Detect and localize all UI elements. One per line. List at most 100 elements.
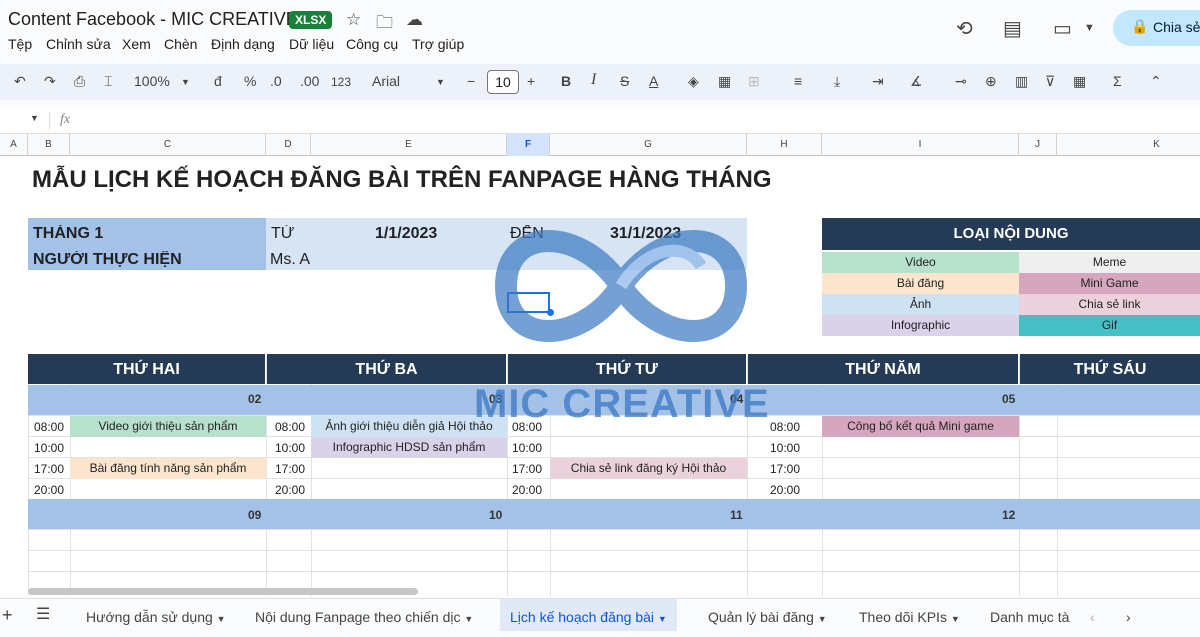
- text-rotation-icon[interactable]: ∡: [910, 73, 923, 90]
- number-format-button[interactable]: 123: [331, 75, 351, 89]
- time-wed-2000: 20:00: [512, 483, 543, 497]
- insert-comment-icon[interactable]: ⊕: [985, 73, 997, 90]
- schedule-item-mon-0800[interactable]: Video giới thiệu sản phẩm: [70, 416, 266, 437]
- schedule-item-wed-1700[interactable]: Chia sẻ link đăng ký Hội thảo: [550, 458, 747, 479]
- column-header-c[interactable]: C: [70, 134, 266, 156]
- schedule-item-thu-0800[interactable]: Công bố kết quả Mini game: [822, 416, 1019, 437]
- insert-chart-icon[interactable]: ▥: [1015, 73, 1028, 90]
- time-thu-1700: 17:00: [770, 462, 801, 476]
- time-tue-1000: 10:00: [275, 441, 306, 455]
- font-size-increase-button[interactable]: +: [527, 73, 535, 89]
- menu-insert[interactable]: Chèn: [164, 36, 197, 52]
- watermark-logo-icon: [494, 230, 748, 342]
- merge-cells-icon[interactable]: ⊞: [748, 73, 760, 90]
- move-folder-icon[interactable]: 🗀: [376, 10, 393, 39]
- menu-data[interactable]: Dữ liệu: [289, 36, 334, 52]
- borders-icon[interactable]: ▦: [718, 73, 731, 90]
- time-mon-2000: 20:00: [34, 483, 65, 497]
- tab-huong-dan[interactable]: Hướng dẫn sử dụng ▼: [76, 599, 236, 631]
- tabs-scroll-right-icon[interactable]: ›: [1126, 599, 1131, 631]
- tab-danh-muc[interactable]: Danh mục tà: [980, 599, 1076, 631]
- insert-link-icon[interactable]: ⊸: [955, 73, 967, 90]
- undo-icon[interactable]: ↶: [14, 73, 26, 90]
- decrease-decimal-button[interactable]: .0: [270, 73, 282, 89]
- schedule-item-tue-1000[interactable]: Infographic HDSD sản phẩm: [311, 437, 507, 458]
- functions-button[interactable]: Σ: [1113, 73, 1122, 89]
- tabs-scroll-left-icon[interactable]: ‹: [1090, 599, 1095, 631]
- column-header-a[interactable]: A: [0, 134, 28, 156]
- menu-edit[interactable]: Chỉnh sửa: [46, 36, 111, 52]
- text-color-button[interactable]: A: [649, 73, 658, 89]
- chevron-down-icon[interactable]: ▼: [1084, 22, 1095, 34]
- bold-button[interactable]: B: [561, 73, 571, 89]
- formula-input[interactable]: [90, 110, 1190, 132]
- increase-decimal-button[interactable]: .00: [300, 73, 319, 89]
- column-header-e[interactable]: E: [311, 134, 507, 156]
- menu-tools[interactable]: Công cụ: [346, 36, 398, 52]
- document-title[interactable]: Content Facebook - MIC CREATIVE: [8, 9, 298, 30]
- column-header-b[interactable]: B: [28, 134, 70, 156]
- add-sheet-icon[interactable]: +: [2, 599, 13, 631]
- tab-lich-ke-hoach[interactable]: Lịch kế hoạch đăng bài ▼: [500, 599, 677, 631]
- filter-icon[interactable]: ⊽: [1045, 73, 1055, 90]
- zoom-select[interactable]: 100%: [134, 73, 170, 89]
- italic-button[interactable]: I: [591, 71, 596, 89]
- menu-format[interactable]: Định dạng: [211, 36, 275, 52]
- day-header-tuesday: THỨ BA: [267, 354, 506, 384]
- column-header-k[interactable]: K: [1057, 134, 1200, 156]
- font-size-decrease-button[interactable]: −: [467, 73, 475, 89]
- cloud-status-icon[interactable]: ☁: [406, 10, 423, 30]
- date-09: 09: [248, 508, 262, 522]
- column-header-g[interactable]: G: [550, 134, 747, 156]
- column-header-f[interactable]: F: [507, 134, 550, 156]
- time-tue-1700: 17:00: [275, 462, 306, 476]
- column-header-d[interactable]: D: [266, 134, 311, 156]
- owner-label: NGƯỜI THỰC HIỆN: [33, 251, 182, 268]
- date-10: 10: [489, 508, 503, 522]
- menu-view[interactable]: Xem: [122, 36, 151, 52]
- time-tue-2000: 20:00: [275, 483, 306, 497]
- legend-share-link: Chia sẻ link: [1019, 294, 1200, 315]
- strikethrough-button[interactable]: S: [620, 73, 629, 89]
- zoom-chevron-icon[interactable]: ▼: [181, 77, 190, 87]
- fill-color-icon[interactable]: ◈: [688, 73, 699, 90]
- column-header-i[interactable]: I: [822, 134, 1019, 156]
- column-header-h[interactable]: H: [747, 134, 822, 156]
- time-mon-1700: 17:00: [34, 462, 65, 476]
- history-icon[interactable]: ⟲: [956, 16, 973, 41]
- meet-icon[interactable]: ▭: [1053, 16, 1072, 41]
- column-header-j[interactable]: J: [1019, 134, 1057, 156]
- comments-icon[interactable]: ▤: [1003, 16, 1022, 41]
- tab-kpis[interactable]: Theo dõi KPIs ▼: [849, 599, 970, 631]
- schedule-item-mon-1700[interactable]: Bài đăng tính năng sản phẩm: [70, 458, 266, 479]
- legend-video: Video: [822, 252, 1019, 273]
- redo-icon[interactable]: ↷: [44, 73, 56, 90]
- font-select[interactable]: Arial: [372, 73, 400, 89]
- tab-quan-ly[interactable]: Quản lý bài đăng ▼: [698, 599, 837, 631]
- toolbar: ↶ ↷ ⎙ ⌶ 100% ▼ đ % .0 .00 123 Arial ▼ − …: [0, 64, 1200, 100]
- tab-noi-dung[interactable]: Nội dung Fanpage theo chiến dịc ▼: [245, 599, 483, 631]
- percent-button[interactable]: %: [244, 73, 256, 89]
- formula-bar: ▼ fx: [0, 108, 1200, 134]
- font-size-input[interactable]: 10: [487, 70, 519, 94]
- font-chevron-icon[interactable]: ▼: [436, 77, 445, 87]
- divider: [49, 112, 50, 130]
- day-header-monday: THỨ HAI: [28, 354, 265, 384]
- filter-views-icon[interactable]: ▦: [1073, 73, 1086, 90]
- horizontal-scrollbar[interactable]: [28, 588, 418, 595]
- all-sheets-icon[interactable]: ☰: [36, 599, 50, 631]
- align-left-icon[interactable]: ≡: [794, 73, 802, 89]
- menu-help[interactable]: Trợ giúp: [412, 36, 464, 52]
- name-box-chevron-icon[interactable]: ▼: [30, 113, 39, 123]
- text-wrap-icon[interactable]: ⇥: [872, 73, 884, 90]
- spreadsheet-grid[interactable]: MẪU LỊCH KẾ HOẠCH ĐĂNG BÀI TRÊN FANPAGE …: [0, 156, 1200, 596]
- star-icon[interactable]: ☆: [346, 10, 361, 30]
- currency-button[interactable]: đ: [214, 73, 222, 89]
- print-icon[interactable]: ⎙: [74, 73, 85, 90]
- share-button[interactable]: 🔒 Chia sẻ: [1113, 10, 1200, 46]
- time-wed-1000: 10:00: [512, 441, 543, 455]
- paint-format-icon[interactable]: ⌶: [104, 73, 112, 90]
- more-options-icon[interactable]: ⌃: [1150, 73, 1162, 90]
- menu-file[interactable]: Tệp: [8, 36, 32, 52]
- vertical-align-icon[interactable]: ⤓: [834, 73, 840, 90]
